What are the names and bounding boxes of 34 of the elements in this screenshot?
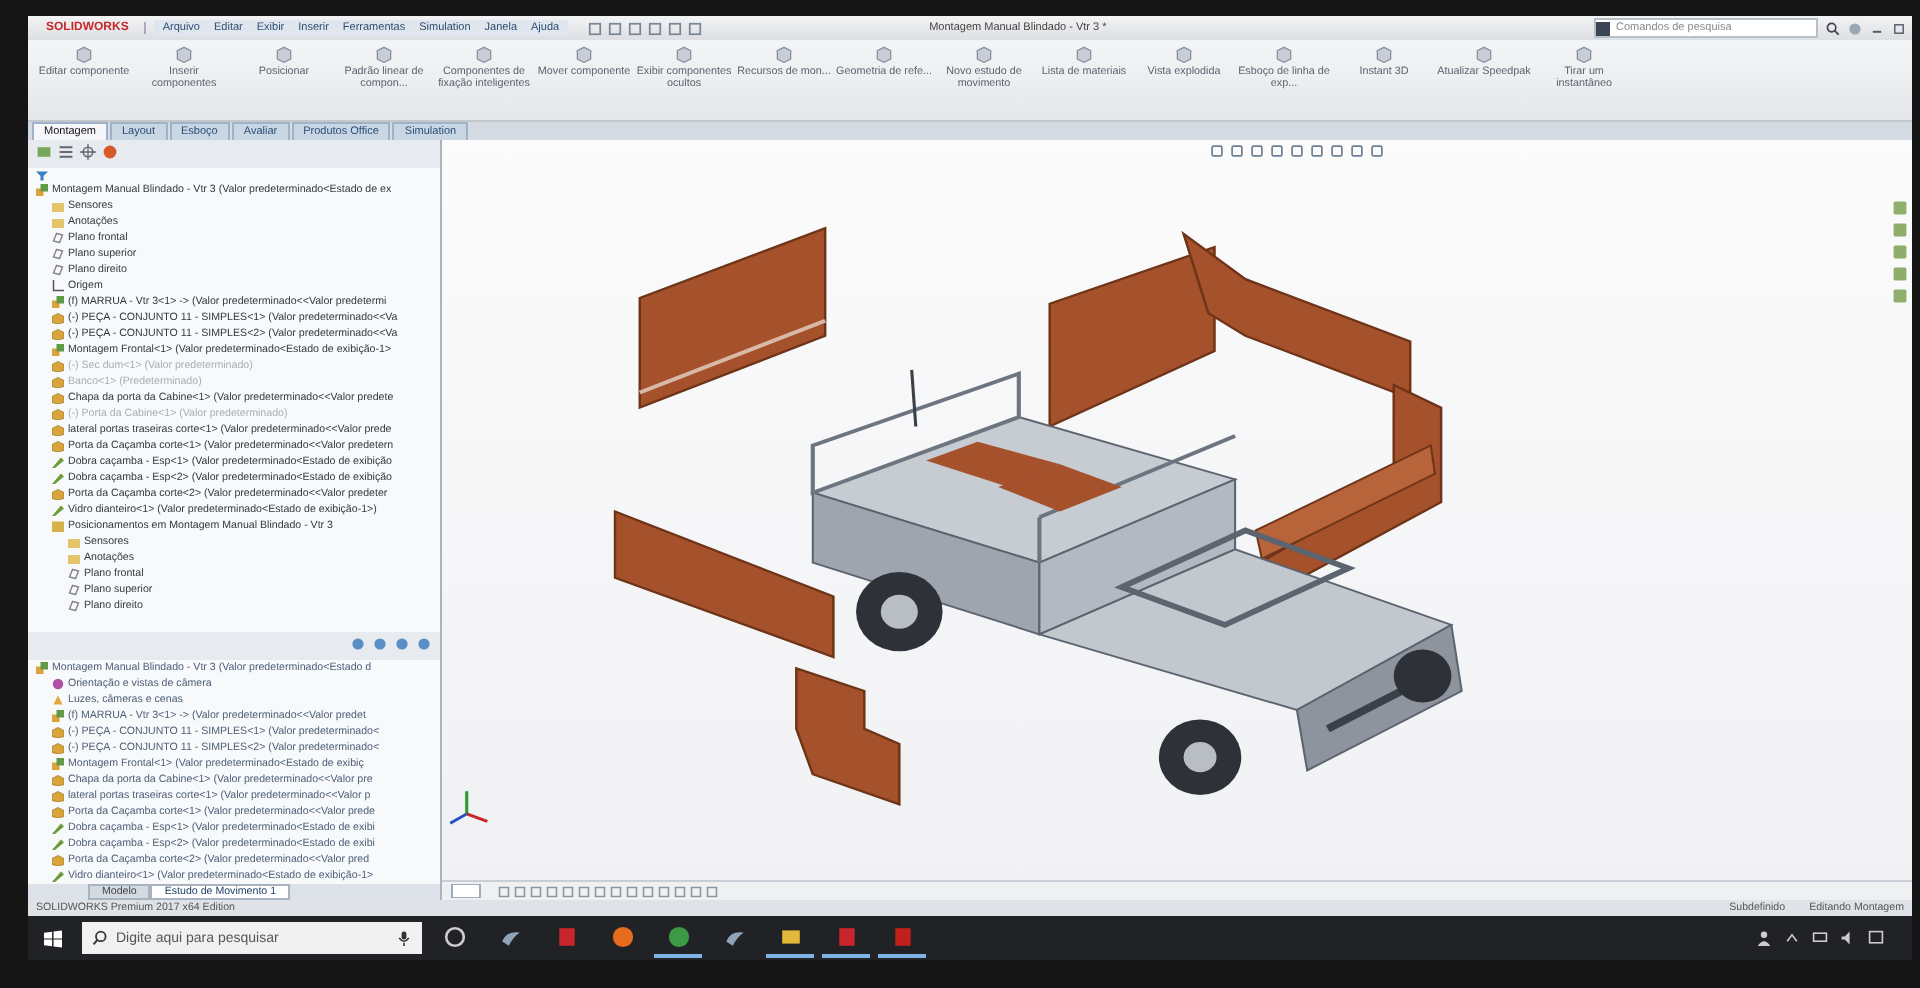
part-icon [52, 854, 64, 866]
assembly-icon [36, 662, 48, 674]
cad-app-icon [835, 925, 857, 947]
microphone-icon [396, 930, 412, 946]
network-icon[interactable] [1812, 930, 1828, 946]
sheet-metal-icon [52, 504, 64, 516]
cad-app-icon [555, 925, 577, 947]
notification-icon[interactable] [1868, 930, 1884, 946]
speaker-icon[interactable] [1840, 930, 1856, 946]
folder-icon [52, 200, 64, 212]
windows-logo-icon[interactable] [44, 929, 62, 947]
assembly-icon [52, 344, 64, 356]
restore-icon[interactable] [1892, 21, 1906, 35]
browser-icon [611, 925, 633, 947]
pdf-icon [891, 925, 913, 947]
list-icon[interactable] [58, 144, 74, 160]
browser-icon [667, 925, 689, 947]
person-icon[interactable] [1756, 930, 1772, 946]
axis-triad-icon [449, 791, 488, 825]
chevron-up-icon[interactable] [1784, 930, 1800, 946]
folder-icon [68, 536, 80, 548]
camera-icon [52, 678, 64, 690]
origin-icon [52, 280, 64, 292]
assembly-icon [52, 758, 64, 770]
assembly-icon [52, 710, 64, 722]
folder-icon [779, 925, 801, 947]
task-view-icon [443, 925, 465, 947]
part-icon [52, 488, 64, 500]
assembly-icon [36, 184, 48, 196]
search-icon[interactable] [1826, 21, 1840, 35]
lamp-icon [52, 694, 64, 706]
crosshair-icon[interactable] [80, 144, 96, 160]
assembly-icon [52, 296, 64, 308]
search-icon [92, 930, 108, 946]
